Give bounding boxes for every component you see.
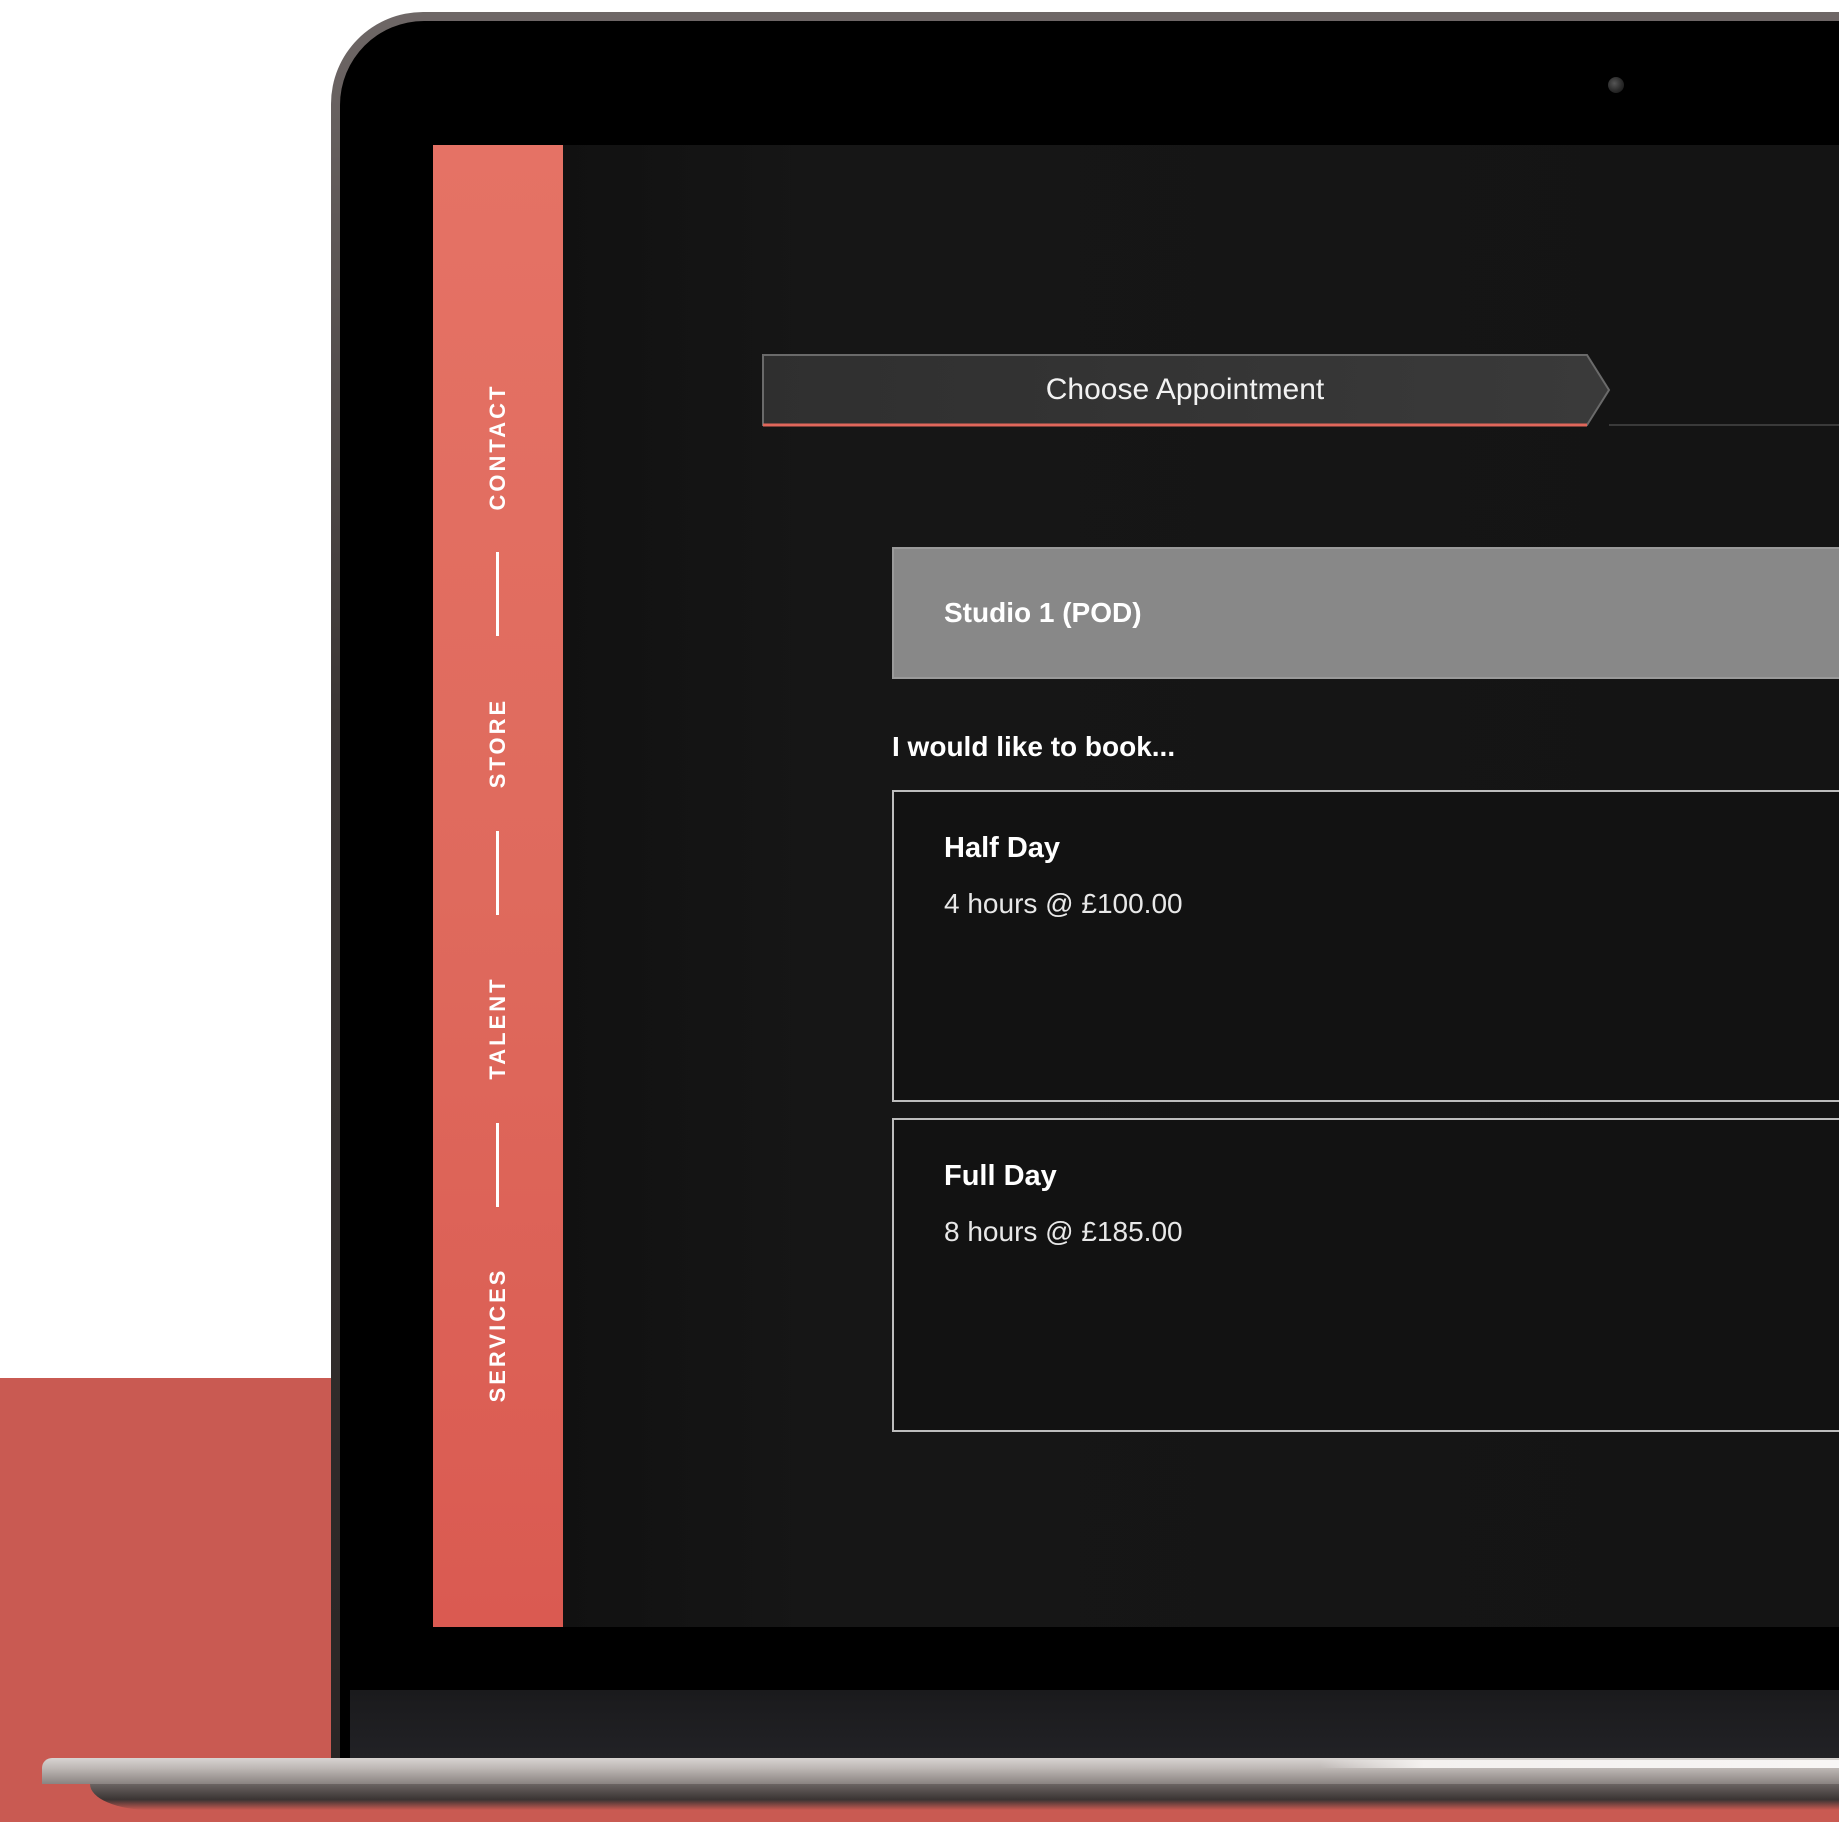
laptop-base-highlight: [1320, 1760, 1839, 1768]
option-half-day[interactable]: Half Day 4 hours @ £100.00: [892, 790, 1839, 1102]
sidebar-divider: [496, 1123, 499, 1207]
sidebar-item-talent[interactable]: TALENT: [485, 976, 511, 1079]
device-mockup-scene: CONTACT STORE TALENT SERVICES Choose App…: [0, 0, 1839, 1822]
camera-icon: [1608, 77, 1624, 93]
booking-prompt: I would like to book...: [892, 731, 1176, 762]
sidebar-divider: [496, 831, 499, 915]
option-title: Half Day: [944, 832, 1061, 864]
laptop-base-shadow: [90, 1784, 1839, 1810]
option-title: Full Day: [944, 1160, 1057, 1192]
booking-content: Choose Appointment Studio 1 (POD) I woul…: [563, 145, 1839, 1627]
sidebar-item-store[interactable]: STORE: [485, 698, 511, 788]
option-full-day[interactable]: Full Day 8 hours @ £185.00: [892, 1118, 1839, 1432]
sidebar-item-services[interactable]: SERVICES: [485, 1268, 511, 1403]
laptop-bezel-bottom: [340, 1627, 1839, 1690]
step-choose-appointment[interactable]: Choose Appointment: [761, 353, 1609, 427]
laptop-screen: CONTACT STORE TALENT SERVICES Choose App…: [433, 145, 1839, 1627]
sidebar-divider: [496, 552, 499, 636]
option-detail: 8 hours @ £185.00: [944, 1216, 1183, 1247]
studio-label: Studio 1 (POD): [944, 597, 1142, 628]
studio-selector[interactable]: Studio 1 (POD): [892, 547, 1839, 679]
option-detail: 4 hours @ £100.00: [944, 888, 1183, 919]
laptop-chin: [350, 1690, 1839, 1760]
sidebar-nav: CONTACT STORE TALENT SERVICES: [433, 145, 563, 1627]
booking-progress-steps: Choose Appointment: [761, 353, 1839, 427]
sidebar-item-contact[interactable]: CONTACT: [485, 384, 511, 511]
